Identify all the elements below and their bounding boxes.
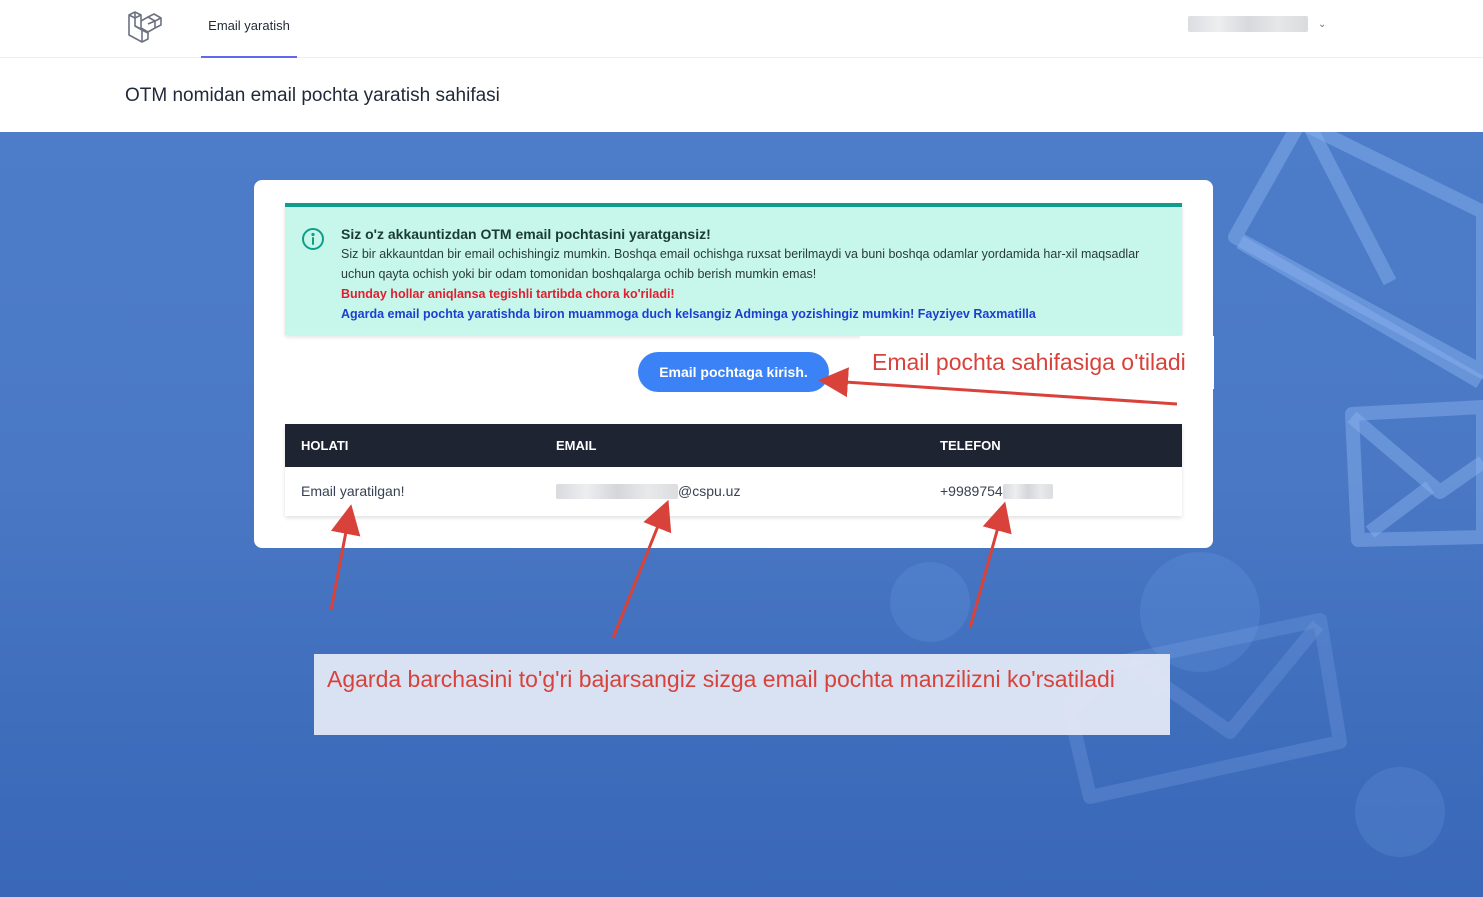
annotation-table-note: Agarda barchasini to'g'ri bajarsangiz si… xyxy=(314,654,1170,735)
user-menu[interactable]: ⌄ xyxy=(1188,13,1333,35)
column-header-phone: TELEFON xyxy=(940,438,1001,453)
info-icon xyxy=(302,228,324,250)
cell-status: Email yaratilgan! xyxy=(301,483,405,499)
page-header: OTM nomidan email pochta yaratish sahifa… xyxy=(0,58,1483,132)
alert-contact: Agarda email pochta yaratishda biron mua… xyxy=(341,307,1036,321)
phone-rest-blurred xyxy=(1002,483,1053,499)
page-title: OTM nomidan email pochta yaratish sahifa… xyxy=(125,85,500,106)
cell-phone: +9989754 xyxy=(940,483,1053,499)
phone-prefix: +9989754 xyxy=(940,483,1003,499)
email-login-button[interactable]: Email pochtaga kirish. xyxy=(638,352,829,392)
annotation-button-note: Email pochta sahifasiga o'tiladi xyxy=(860,336,1214,389)
table-header: HOLATI EMAIL TELEFON xyxy=(285,424,1182,467)
alert-text: Siz bir akkauntdan bir email ochishingiz… xyxy=(341,247,1140,281)
email-suffix: @cspu.uz xyxy=(678,483,741,499)
user-name-blurred xyxy=(1188,16,1308,32)
laravel-logo-icon[interactable] xyxy=(126,9,164,43)
info-alert: Siz o'z akkauntizdan OTM email pochtasin… xyxy=(285,203,1182,335)
alert-body: Siz o'z akkauntizdan OTM email pochtasin… xyxy=(341,224,1171,324)
column-header-email: EMAIL xyxy=(556,438,597,453)
email-user-blurred xyxy=(556,483,678,499)
column-header-status: HOLATI xyxy=(301,438,349,453)
alert-title: Siz o'z akkauntizdan OTM email pochtasin… xyxy=(341,226,711,242)
cell-email: @cspu.uz xyxy=(556,483,740,499)
main-content: Siz o'z akkauntizdan OTM email pochtasin… xyxy=(0,132,1483,897)
top-navigation: Email yaratish ⌄ xyxy=(0,0,1483,58)
alert-warning: Bunday hollar aniqlansa tegishli tartibd… xyxy=(341,287,675,301)
chevron-down-icon: ⌄ xyxy=(1318,18,1327,30)
email-table: HOLATI EMAIL TELEFON Email yaratilgan! @… xyxy=(285,424,1182,516)
nav-link-email-yaratish[interactable]: Email yaratish xyxy=(201,0,297,58)
